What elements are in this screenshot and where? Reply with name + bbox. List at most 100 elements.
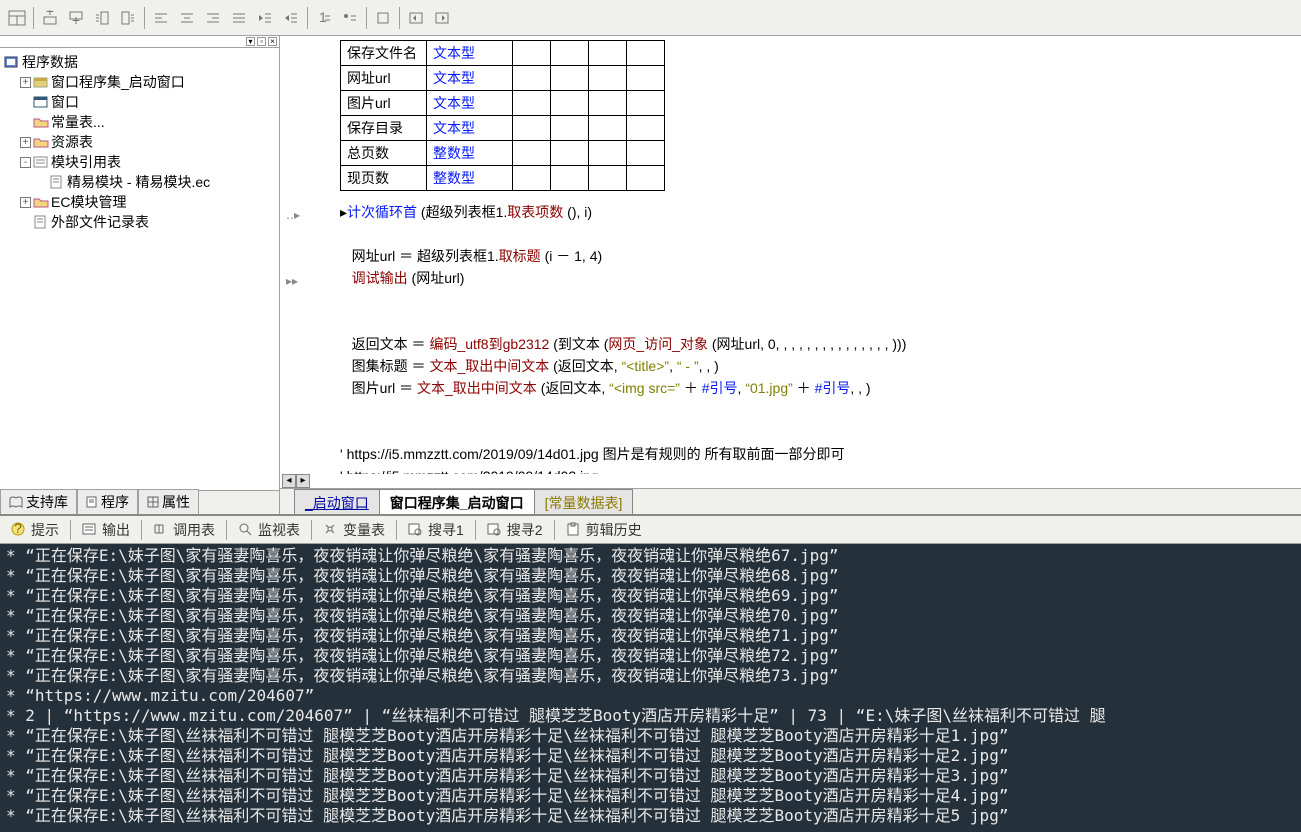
tree-item[interactable]: 常量表... [2, 112, 277, 132]
panel-arrow-down-icon[interactable]: ▾ [246, 37, 255, 46]
clip-icon [566, 522, 582, 538]
output-icon [82, 522, 98, 538]
tree-item[interactable]: 外部文件记录表 [2, 212, 277, 232]
var-type: 文本型 [427, 116, 513, 141]
table-row[interactable]: 现页数整数型 [341, 166, 665, 191]
tree-item[interactable]: -模块引用表 [2, 152, 277, 172]
project-tree[interactable]: 程序数据 +窗口程序集_启动窗口窗口常量表... + 资源表-模块引用表精易模块 -… [0, 48, 279, 490]
tree-item[interactable]: + EC模块管理 [2, 192, 277, 212]
code-comment[interactable]: ' https://i5.mmzztt.com/2019/09/14d02.jp… [340, 465, 1301, 474]
tree-root[interactable]: 程序数据 [2, 52, 277, 72]
panel-close-icon[interactable]: × [268, 37, 277, 46]
help-icon: ? [11, 522, 27, 538]
align-center-icon[interactable] [174, 6, 200, 30]
svg-text:1: 1 [319, 11, 327, 25]
find-icon [487, 522, 503, 538]
editor-tabs: _启动窗口 窗口程序集_启动窗口 [常量数据表] [280, 488, 1301, 514]
align-left-icon[interactable] [148, 6, 174, 30]
tree-item-label: 窗口 [51, 92, 79, 112]
table-row[interactable]: 图片url文本型 [341, 91, 665, 116]
tab-variables[interactable]: 变量表 [316, 517, 392, 543]
code-editor-area: 保存文件名文本型网址url文本型图片url文本型保存目录文本型总页数整数型现页数… [280, 36, 1301, 514]
code-line[interactable]: 图集标题 ＝ 文本_取出中间文本 (返回文本, “<title>”, “ - ”… [340, 355, 1301, 377]
add-row-before-icon[interactable]: + [37, 6, 63, 30]
var-type: 文本型 [427, 41, 513, 66]
tree-item-icon [49, 175, 65, 189]
tab-const-table[interactable]: [常量数据表] [534, 489, 634, 514]
variable-table[interactable]: 保存文件名文本型网址url文本型图片url文本型保存目录文本型总页数整数型现页数… [340, 40, 665, 191]
find-icon [408, 522, 424, 538]
rect-icon[interactable] [370, 6, 396, 30]
panel-restore-icon[interactable]: ▫ [257, 37, 266, 46]
var-name: 网址url [341, 66, 427, 91]
tab-startup-window[interactable]: _启动窗口 [294, 489, 380, 514]
tree-item-label: 常量表... [51, 112, 105, 132]
tree-item[interactable]: 精易模块 - 精易模块.ec [2, 172, 277, 192]
svg-text:+: + [46, 10, 54, 19]
tab-search1[interactable]: 搜寻1 [401, 517, 471, 543]
tab-window-procset[interactable]: 窗口程序集_启动窗口 [379, 489, 535, 514]
table-row[interactable]: 总页数整数型 [341, 141, 665, 166]
tree-expand-icon[interactable]: - [20, 157, 31, 168]
tree-item[interactable]: + 资源表 [2, 132, 277, 152]
bracket-right-icon[interactable] [429, 6, 455, 30]
justify-icon[interactable] [226, 6, 252, 30]
scroll-left-button[interactable]: ◂ [282, 474, 296, 488]
tree-item[interactable]: +窗口程序集_启动窗口 [2, 72, 277, 92]
add-row-after-icon[interactable]: + [63, 6, 89, 30]
tree-root-icon [4, 55, 20, 69]
col-left-icon[interactable] [89, 6, 115, 30]
col-right-icon[interactable] [115, 6, 141, 30]
tab-calltable[interactable]: 调用表 [146, 517, 222, 543]
tree-item-label: EC模块管理 [51, 192, 126, 212]
output-console[interactable]: * “正在保存E:\妹子图\家有骚妻陶喜乐，夜夜销魂让你弹尽粮绝\家有骚妻陶喜乐… [0, 544, 1301, 832]
code-line[interactable]: 调试输出 (网址url) [340, 267, 1301, 289]
tree-item-label: 资源表 [51, 132, 93, 152]
gutter-arrow-icon: ▸▸ [286, 274, 298, 288]
tree-expand-icon[interactable]: + [20, 77, 31, 88]
tab-cliphistory[interactable]: 剪辑历史 [559, 517, 649, 543]
bracket-left-icon[interactable] [403, 6, 429, 30]
code-line[interactable]: 网址url ＝ 超级列表框1.取标题 (i － 1, 4) [340, 245, 1301, 267]
tree-item-icon [33, 215, 49, 229]
tab-support-lib[interactable]: 支持库 [0, 489, 77, 514]
format1-icon[interactable]: 1 [311, 6, 337, 30]
tab-program[interactable]: 程序 [77, 489, 138, 514]
tree-item-icon [33, 135, 49, 149]
book-icon [9, 496, 23, 508]
code-line[interactable]: 图片url ＝ 文本_取出中间文本 (返回文本, “<img src=” ＋ #… [340, 377, 1301, 399]
tab-tips[interactable]: ?提示 [4, 517, 66, 543]
var-type: 整数型 [427, 166, 513, 191]
tab-watch[interactable]: 监视表 [231, 517, 307, 543]
table-row[interactable]: 保存文件名文本型 [341, 41, 665, 66]
var-name: 总页数 [341, 141, 427, 166]
search-icon [238, 522, 254, 538]
tab-search2[interactable]: 搜寻2 [480, 517, 550, 543]
align-right-icon[interactable] [200, 6, 226, 30]
scroll-right-button[interactable]: ▸ [296, 474, 310, 488]
var-type: 文本型 [427, 91, 513, 116]
tree-expand-icon[interactable]: + [20, 137, 31, 148]
var-name: 保存文件名 [341, 41, 427, 66]
indent-icon[interactable] [278, 6, 304, 30]
code-line[interactable]: 返回文本 ＝ 编码_utf8到gb2312 (到文本 (网页_访问_对象 (网址… [340, 333, 1301, 355]
tree-expand-icon[interactable]: + [20, 197, 31, 208]
layout-icon[interactable] [4, 6, 30, 30]
format2-icon[interactable] [337, 6, 363, 30]
var-name: 现页数 [341, 166, 427, 191]
tree-item-icon [33, 155, 49, 169]
code-editor[interactable]: 保存文件名文本型网址url文本型图片url文本型保存目录文本型总页数整数型现页数… [280, 36, 1301, 474]
project-panel: ▾ ▫ × 程序数据 +窗口程序集_启动窗口窗口常量表... + 资源表-模块引用表… [0, 36, 280, 514]
prop-icon [147, 496, 159, 508]
var-name: 图片url [341, 91, 427, 116]
tab-output[interactable]: 输出 [75, 517, 137, 543]
tab-properties[interactable]: 属性 [138, 489, 199, 514]
code-comment[interactable]: ' https://i5.mmzztt.com/2019/09/14d01.jp… [340, 443, 1301, 465]
outdent-icon[interactable] [252, 6, 278, 30]
left-panel-tabs: 支持库 程序 属性 [0, 490, 279, 514]
bottom-panel: ?提示 输出 调用表 监视表 变量表 搜寻1 搜寻2 剪辑历史 * “正在保存E… [0, 514, 1301, 832]
table-row[interactable]: 网址url文本型 [341, 66, 665, 91]
table-row[interactable]: 保存目录文本型 [341, 116, 665, 141]
tree-item[interactable]: 窗口 [2, 92, 277, 112]
code-line[interactable]: ▸计次循环首 (超级列表框1.取表项数 (), i) [340, 201, 1301, 223]
